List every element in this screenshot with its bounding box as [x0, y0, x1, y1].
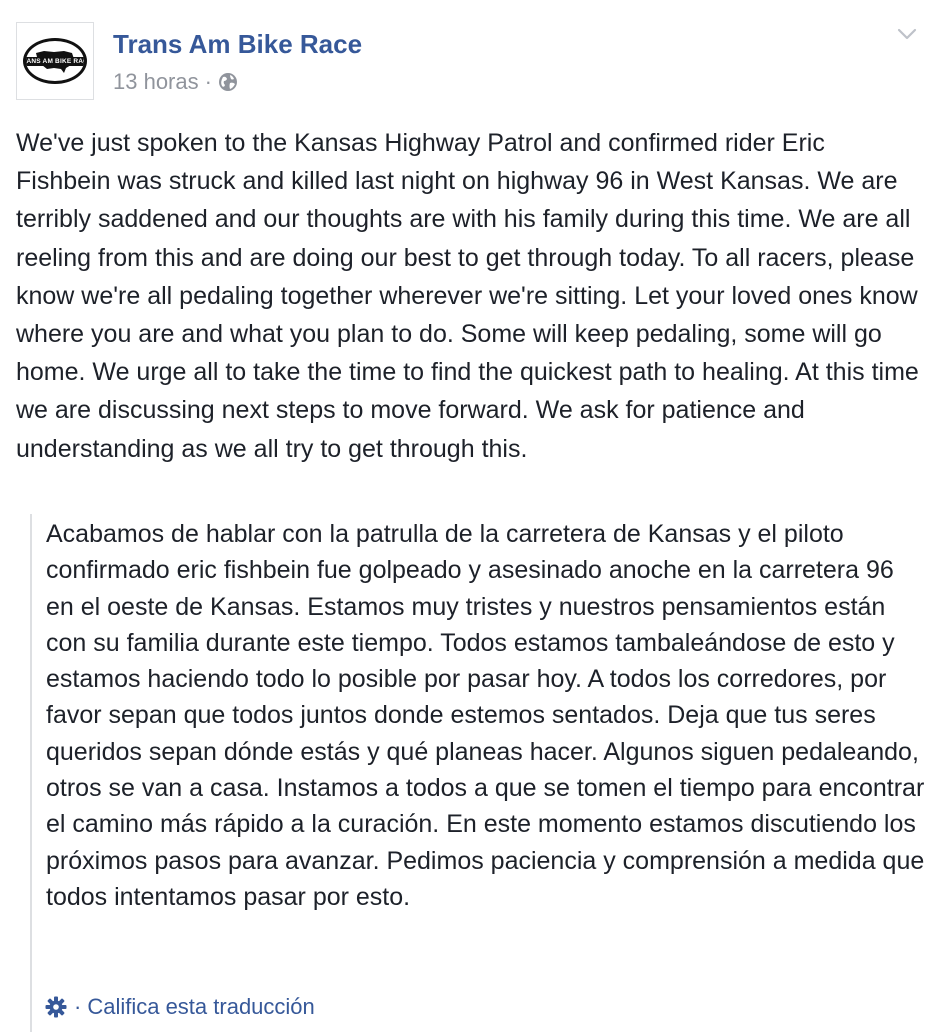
translation-block: Acabamos de hablar con la patrulla de la…	[30, 514, 932, 1032]
page-name-link[interactable]: Trans Am Bike Race	[113, 28, 362, 60]
chevron-down-icon[interactable]	[896, 26, 918, 42]
logo-text: TRANS AM BIKE RACE	[26, 56, 84, 66]
post-body: We've just spoken to the Kansas Highway …	[16, 129, 919, 463]
post-meta: 13 horas ·	[113, 68, 238, 96]
page-avatar[interactable]: TRANS AM BIKE RACE	[16, 22, 94, 100]
meta-separator: ·	[204, 69, 212, 94]
post-timestamp[interactable]: 13 horas	[113, 69, 199, 95]
rate-translation-link[interactable]: Califica esta traducción	[87, 994, 314, 1020]
trans-am-logo: TRANS AM BIKE RACE	[23, 38, 87, 84]
rate-separator: ·	[74, 994, 82, 1019]
globe-icon[interactable]	[218, 72, 238, 92]
translation-text: Acabamos de hablar con la patrulla de la…	[46, 520, 925, 911]
gear-icon[interactable]	[44, 995, 68, 1019]
facebook-post: TRANS AM BIKE RACE Trans Am Bike Race 13…	[0, 0, 938, 1032]
rate-translation-row: · Califica esta traducción	[44, 992, 315, 1022]
